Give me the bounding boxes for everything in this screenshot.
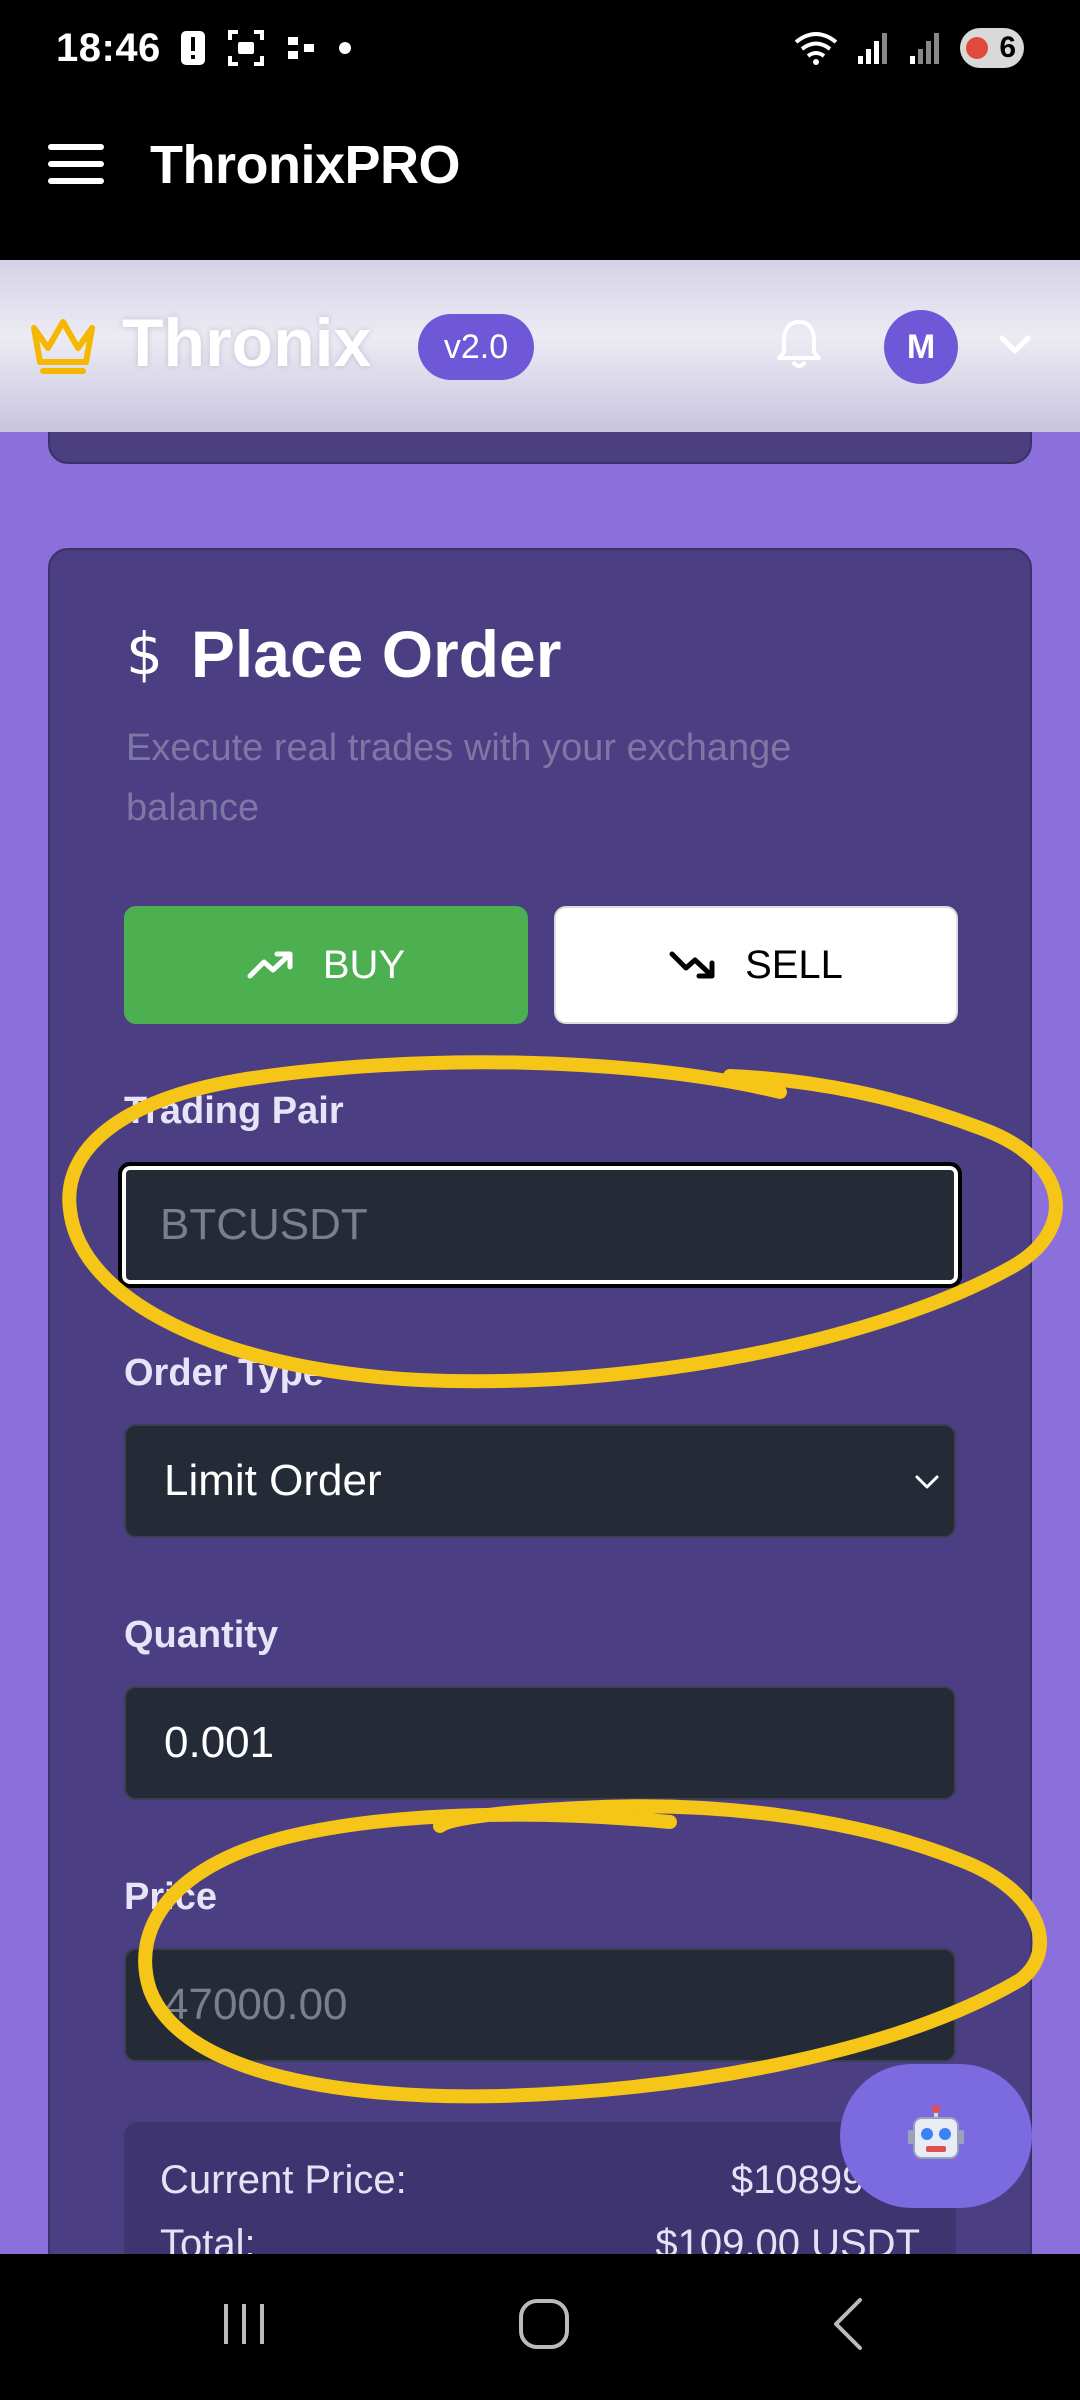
dollar-icon: $: [126, 620, 163, 688]
system-nav-bar: [0, 2254, 1080, 2400]
site-header: Thronix v2.0 M: [0, 260, 1080, 432]
order-summary: Current Price: $108996.0 Total: $109.00 …: [124, 2122, 956, 2254]
sell-label: SELL: [745, 942, 843, 987]
cast-icon: [288, 37, 314, 59]
app-title: ThronixPRO: [150, 135, 461, 195]
trading-pair-label: Trading Pair: [124, 1090, 344, 1132]
screenshot-icon: [228, 30, 264, 66]
price-field[interactable]: [124, 1948, 956, 2062]
quantity-label: Quantity: [124, 1614, 279, 1656]
alert-icon: [181, 31, 205, 65]
current-price-row: Current Price: $108996.0: [160, 2158, 920, 2203]
card-title: $ Place Order: [126, 616, 561, 692]
price-input[interactable]: [164, 1980, 954, 2030]
total-label: Total:: [160, 2222, 256, 2254]
home-icon[interactable]: [516, 2296, 572, 2352]
trading-pair-input[interactable]: [160, 1200, 958, 1250]
notification-icons: [180, 30, 352, 66]
chevron-down-icon: [915, 1475, 939, 1489]
chevron-down-icon[interactable]: [998, 334, 1032, 356]
trending-down-icon: [669, 951, 715, 979]
buy-button[interactable]: BUY: [124, 906, 528, 1024]
robot-icon: [908, 2105, 964, 2159]
crown-icon: [31, 319, 95, 374]
total-row: Total: $109.00 USDT: [160, 2222, 920, 2254]
trading-pair-field[interactable]: [118, 1162, 962, 1288]
app-bar: ThronixPRO: [0, 100, 1080, 260]
avatar[interactable]: M: [884, 310, 958, 384]
quantity-value[interactable]: 0.001: [164, 1718, 274, 1768]
battery-indicator: 6: [960, 28, 1024, 68]
order-type-value: Limit Order: [164, 1456, 382, 1505]
assistant-bot-button[interactable]: [840, 2064, 1032, 2208]
card-title-text: Place Order: [190, 617, 562, 691]
quantity-field[interactable]: 0.001: [124, 1686, 956, 1800]
card-subtitle: Execute real trades with your exchange b…: [126, 727, 792, 829]
brand-name[interactable]: Thronix: [122, 304, 371, 382]
back-icon[interactable]: [822, 2296, 878, 2352]
recent-apps-icon[interactable]: [216, 2296, 272, 2352]
total-value: $109.00 USDT: [655, 2222, 920, 2254]
bell-icon[interactable]: [776, 318, 822, 370]
version-badge: v2.0: [418, 314, 534, 380]
order-type-label: Order Type: [124, 1352, 324, 1394]
battery-level: 6: [999, 31, 1016, 64]
place-order-card: $ Place Order Execute real trades with y…: [48, 548, 1032, 2254]
buy-label: BUY: [322, 942, 406, 987]
status-bar: 18:46 6: [0, 0, 1080, 100]
system-icons: 6: [794, 28, 1024, 68]
web-content[interactable]: Thronix v2.0 M $ Place Order Execute rea…: [0, 260, 1080, 2254]
price-label: Price: [124, 1876, 217, 1918]
battery-saver-icon: [966, 37, 988, 59]
status-time: 18:46: [56, 26, 161, 70]
current-price-label: Current Price:: [160, 2158, 407, 2202]
menu-icon[interactable]: [48, 144, 104, 184]
dot-icon: [339, 42, 351, 54]
order-type-select[interactable]: Limit Order: [124, 1424, 956, 1538]
trending-up-icon: [247, 951, 293, 979]
signal-icon-2: [910, 33, 939, 64]
signal-icon: [858, 33, 887, 64]
wifi-icon: [794, 32, 838, 65]
sell-button[interactable]: SELL: [554, 906, 958, 1024]
